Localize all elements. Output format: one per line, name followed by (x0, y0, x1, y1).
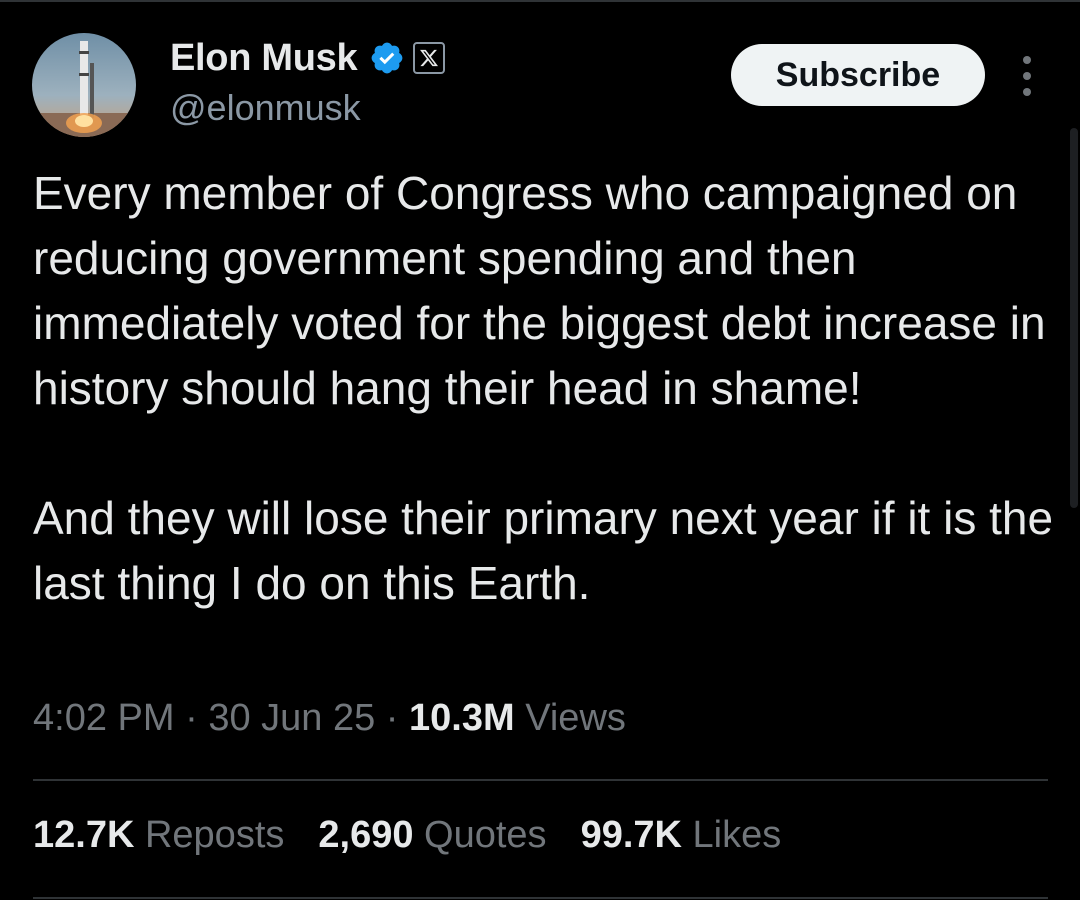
reposts-label: Reposts (144, 814, 285, 856)
quotes-stat[interactable]: 2,690 Quotes (318, 814, 546, 857)
tweet-date[interactable]: 30 Jun 25 (208, 697, 375, 739)
quotes-label: Quotes (424, 814, 547, 856)
tweet-paragraph: Every member of Congress who campaigned … (33, 167, 1046, 414)
views-count[interactable]: 10.3M (409, 697, 515, 739)
verified-badge-icon[interactable] (369, 40, 405, 76)
divider (33, 779, 1048, 781)
subscribe-button[interactable]: Subscribe (731, 44, 985, 106)
quotes-count: 2,690 (318, 814, 414, 856)
more-dot (1023, 56, 1031, 64)
meta-separator: · (385, 697, 399, 739)
reposts-count: 12.7K (33, 814, 135, 856)
scrollbar[interactable] (1070, 128, 1078, 508)
more-dot (1023, 72, 1031, 80)
tweet-text: Every member of Congress who campaigned … (33, 161, 1063, 616)
engagement-stats: 12.7K Reposts 2,690 Quotes 99.7K Likes (33, 814, 781, 857)
avatar[interactable] (32, 33, 136, 137)
more-vertical-icon[interactable] (1013, 56, 1041, 96)
likes-count: 99.7K (580, 814, 682, 856)
tweet-time[interactable]: 4:02 PM (33, 697, 175, 739)
likes-label: Likes (692, 814, 782, 856)
top-border (0, 0, 1080, 2)
x-logo-icon[interactable] (413, 42, 446, 74)
author-display-name[interactable]: Elon Musk (170, 37, 358, 80)
meta-separator: · (185, 697, 198, 739)
more-dot (1023, 88, 1031, 96)
divider (33, 897, 1048, 899)
author-handle[interactable]: @elonmusk (170, 87, 361, 129)
reposts-stat[interactable]: 12.7K Reposts (33, 814, 284, 857)
author-name-row: Elon Musk (170, 36, 446, 80)
likes-stat[interactable]: 99.7K Likes (581, 814, 782, 857)
tweet-paragraph: And they will lose their primary next ye… (33, 492, 1054, 609)
tweet-meta: 4:02 PM · 30 Jun 25 · 10.3M Views (33, 697, 626, 740)
views-label[interactable]: Views (525, 697, 626, 739)
